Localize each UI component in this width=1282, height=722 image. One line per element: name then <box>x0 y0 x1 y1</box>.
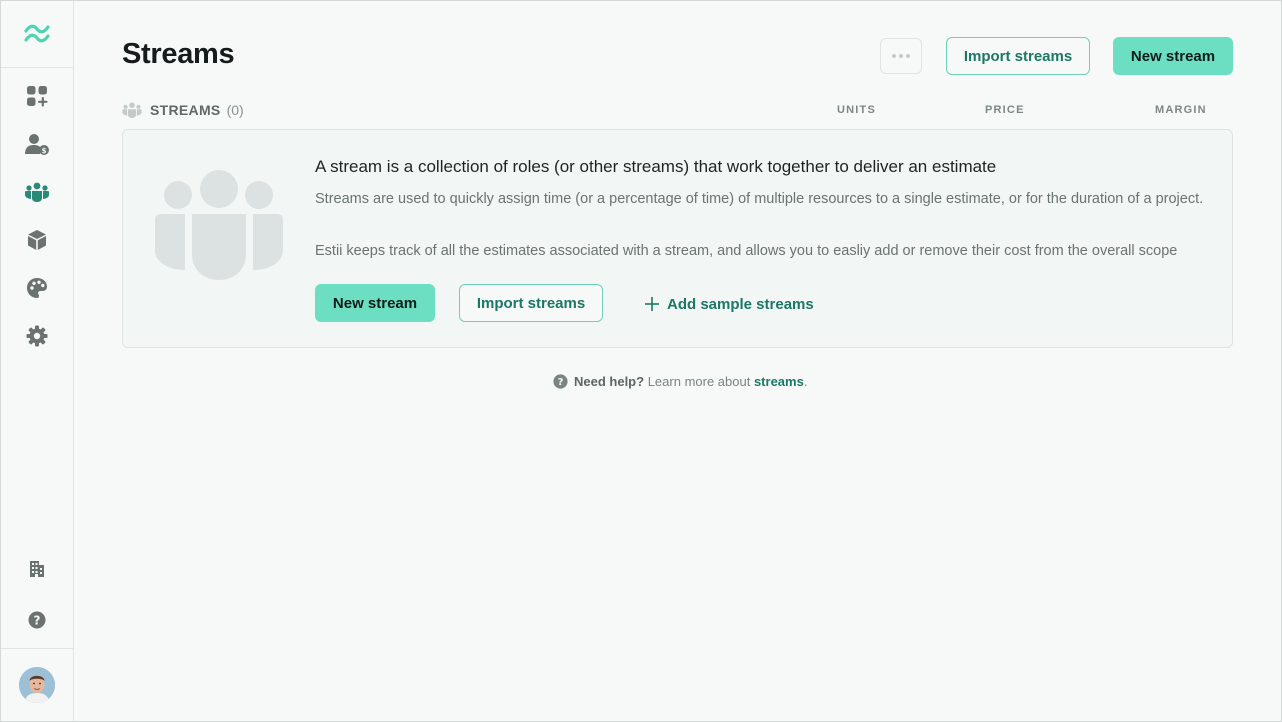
section-count: (0) <box>227 102 244 118</box>
help-icon: ? <box>553 374 568 389</box>
help-icon: ? <box>28 611 46 629</box>
streams-illustration <box>155 170 283 287</box>
settings-gear-icon <box>26 325 48 347</box>
section-title: STREAMS <box>150 102 221 118</box>
dashboard-add-icon <box>26 85 48 107</box>
svg-text:?: ? <box>558 377 564 388</box>
products-box-icon <box>27 229 47 251</box>
empty-import-streams-button[interactable]: Import streams <box>459 284 603 322</box>
empty-state-description: Streams are used to quickly assign time … <box>315 189 1205 209</box>
sidebar-item-dashboard[interactable] <box>1 74 73 118</box>
company-building-icon <box>29 560 45 578</box>
add-sample-streams-button[interactable]: Add sample streams <box>645 294 814 314</box>
column-header-units[interactable]: UNITS <box>837 104 876 116</box>
page-title: Streams <box>122 38 234 71</box>
roles-pricing-icon: $ <box>25 133 49 155</box>
column-header-margin[interactable]: MARGIN <box>1155 104 1207 116</box>
help-streams-link[interactable]: streams <box>754 374 804 389</box>
plus-icon <box>645 297 659 311</box>
sidebar-item-theme[interactable] <box>1 266 73 310</box>
streams-section-header: STREAMS (0) <box>122 100 244 120</box>
sidebar-item-roles[interactable]: $ <box>1 122 73 166</box>
sidebar-item-help[interactable]: ? <box>1 598 73 642</box>
import-streams-button[interactable]: Import streams <box>946 37 1090 75</box>
empty-state-card: A stream is a collection of roles (or ot… <box>122 129 1233 348</box>
sidebar-item-company[interactable] <box>1 547 73 591</box>
svg-text:?: ? <box>34 613 41 627</box>
svg-text:$: $ <box>42 147 47 155</box>
new-stream-button[interactable]: New stream <box>1113 37 1233 75</box>
empty-state-note: Estii keeps track of all the estimates a… <box>315 241 1215 261</box>
help-suffix: . <box>804 374 808 389</box>
streams-icon <box>25 182 49 202</box>
help-text: Learn more about <box>648 374 751 389</box>
streams-icon <box>122 102 142 118</box>
ellipsis-icon <box>892 54 896 58</box>
empty-state-heading: A stream is a collection of roles (or ot… <box>315 157 996 177</box>
more-options-button[interactable] <box>880 38 922 74</box>
user-menu[interactable] <box>1 648 73 721</box>
sidebar-item-settings[interactable] <box>1 314 73 358</box>
column-header-price[interactable]: PRICE <box>985 104 1025 116</box>
user-avatar[interactable] <box>19 667 55 703</box>
add-sample-streams-label: Add sample streams <box>667 296 814 313</box>
help-footer: ? Need help? Learn more about streams. <box>553 372 807 390</box>
wave-logo-icon[interactable] <box>1 1 73 68</box>
sidebar: $ <box>1 1 74 721</box>
sidebar-item-products[interactable] <box>1 218 73 262</box>
palette-icon <box>26 277 48 299</box>
help-prefix: Need help? <box>574 374 644 389</box>
sidebar-item-streams[interactable] <box>1 170 73 214</box>
empty-new-stream-button[interactable]: New stream <box>315 284 435 322</box>
